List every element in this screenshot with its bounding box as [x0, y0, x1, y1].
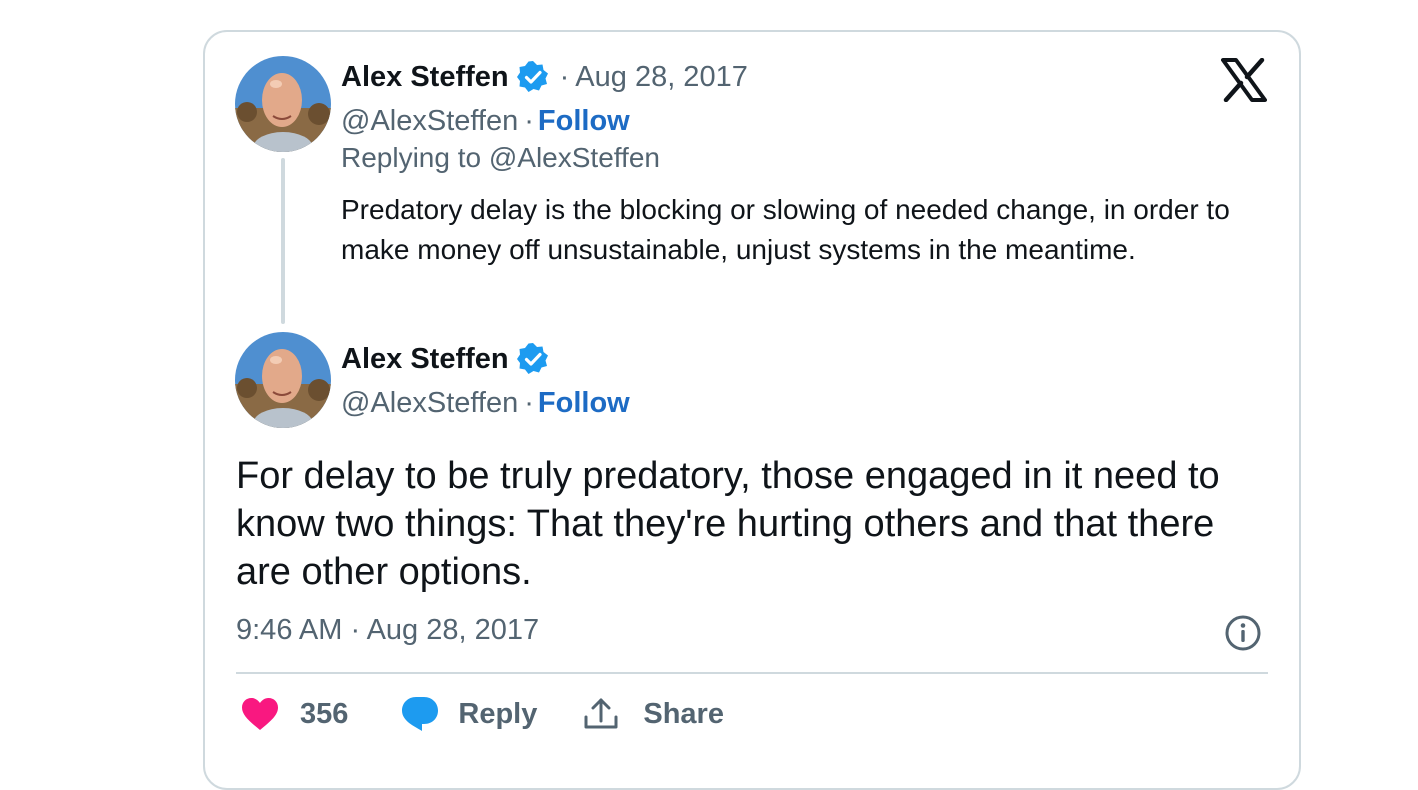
follow-button[interactable]: Follow [538, 105, 630, 138]
parent-date[interactable]: Aug 28, 2017 [575, 61, 748, 94]
heart-icon [240, 694, 280, 734]
info-icon[interactable] [1224, 614, 1262, 652]
separator-dot: · [559, 60, 570, 93]
like-count: 356 [300, 697, 349, 730]
separator-dot: · [524, 104, 534, 137]
main-tweet-text: For delay to be truly predatory, those e… [236, 455, 1220, 593]
thread-connector-line [281, 158, 285, 324]
separator-dot: · [524, 386, 534, 419]
x-logo-icon[interactable] [1221, 57, 1267, 103]
avatar[interactable] [235, 332, 331, 428]
avatar[interactable] [235, 56, 331, 152]
share-button[interactable]: Share [581, 694, 724, 734]
speech-bubble-icon [400, 694, 440, 734]
author-handle[interactable]: @AlexSteffen [341, 105, 518, 138]
reply-label: Reply [458, 697, 538, 730]
follow-button[interactable]: Follow [538, 387, 630, 420]
replying-to-label[interactable]: Replying to @AlexSteffen [341, 142, 660, 174]
verified-badge-icon [516, 342, 550, 376]
parent-author-row: Alex Steffen · Aug 28, 2017 [341, 57, 748, 97]
parent-handle-row: @AlexSteffen · Follow [341, 101, 630, 141]
share-upload-icon [581, 694, 621, 734]
like-button[interactable]: 356 [240, 694, 348, 734]
main-author-row: Alex Steffen [341, 339, 550, 379]
action-bar: 356 Reply Share [240, 692, 724, 736]
parent-tweet-text: Predatory delay is the blocking or slowi… [341, 194, 1230, 265]
verified-badge-icon [516, 60, 550, 94]
share-label: Share [643, 697, 724, 730]
reply-button[interactable]: Reply [400, 694, 537, 734]
author-name[interactable]: Alex Steffen [341, 343, 509, 376]
divider [236, 672, 1268, 674]
tweet-timestamp[interactable]: 9:46 AM · Aug 28, 2017 [236, 614, 539, 647]
main-handle-row: @AlexSteffen · Follow [341, 383, 630, 423]
author-name[interactable]: Alex Steffen [341, 61, 509, 94]
author-handle[interactable]: @AlexSteffen [341, 387, 518, 420]
